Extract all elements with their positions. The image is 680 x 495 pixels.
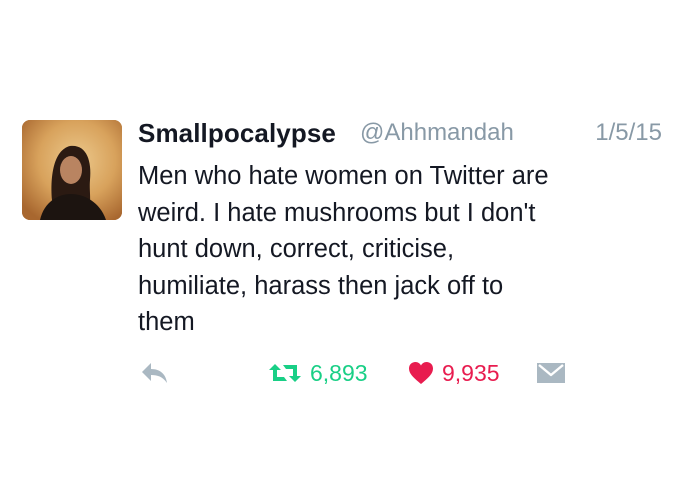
tweet-actions: 6,893 9,935 [0,355,680,391]
reply-button[interactable] [140,355,170,391]
tweet-text: Men who hate women on Twitter are weird.… [138,162,549,336]
like-button[interactable]: 9,935 [408,355,500,391]
retweet-icon [269,364,301,382]
retweet-count: 6,893 [310,359,368,386]
tweet-card: Smallpocalypse @Ahhmandah 1/5/15 Men who… [0,0,680,495]
user-handle[interactable]: @Ahhmandah [360,119,514,147]
like-count: 9,935 [442,359,500,386]
retweet-button[interactable]: 6,893 [268,355,368,391]
envelope-icon [537,363,565,383]
avatar-photo [22,120,122,220]
display-name[interactable]: Smallpocalypse [138,118,336,149]
tweet-header: Smallpocalypse @Ahhmandah 1/5/15 [138,118,668,152]
tweet-date[interactable]: 1/5/15 [595,119,662,147]
direct-message-button[interactable] [536,355,566,391]
avatar[interactable] [22,120,122,220]
heart-icon [409,362,433,384]
reply-arrow-icon [142,363,167,383]
